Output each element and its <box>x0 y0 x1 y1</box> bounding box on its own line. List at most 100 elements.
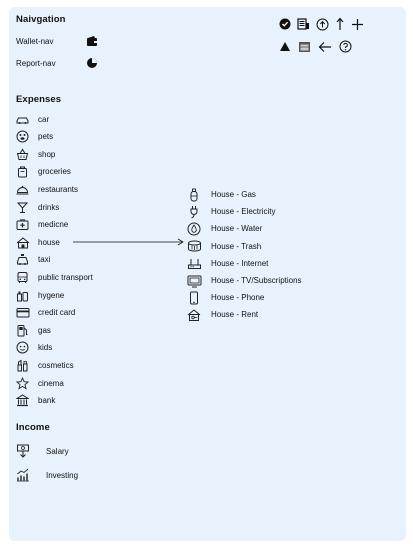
expense-item[interactable]: drinks <box>16 200 59 214</box>
expense-item-label: gas <box>38 325 51 335</box>
income-item[interactable]: Investing <box>16 467 78 483</box>
house-subcategory-item-label: House - TV/Subscriptions <box>211 276 302 285</box>
taxi-icon <box>16 253 29 266</box>
house-subcategory-item[interactable]: House - Water <box>187 221 262 236</box>
house-subcategory-item-label: House - Electricity <box>211 207 276 217</box>
expense-item[interactable]: car <box>16 112 49 126</box>
lipstick-icon <box>16 359 29 372</box>
house-subcategory-item-label: House - Internet <box>211 258 269 268</box>
upload-circle-icon[interactable] <box>316 18 329 31</box>
nav-item-report[interactable]: Report-nav <box>16 56 98 70</box>
expense-item-label: bank <box>38 396 56 406</box>
fuel-icon <box>16 324 29 337</box>
expense-item-label: medicne <box>38 220 69 230</box>
expense-item[interactable]: bank <box>16 394 55 408</box>
toolbar-row-2 <box>279 40 352 53</box>
expense-item[interactable]: medicne <box>16 218 68 232</box>
expense-item[interactable]: taxi <box>16 253 50 267</box>
cocktail-icon <box>16 201 29 214</box>
arrow-up-icon[interactable] <box>335 17 345 31</box>
income-item[interactable]: Salary <box>16 443 69 459</box>
expense-item-label: cosmetics <box>38 360 74 370</box>
water-drop-icon <box>187 222 201 236</box>
expense-item[interactable]: credit card <box>16 306 75 320</box>
expense-item-label: public transport <box>38 272 93 282</box>
cloche-icon <box>16 183 29 196</box>
calendar-icon[interactable] <box>298 40 311 53</box>
expense-item-label: drinks <box>38 202 60 212</box>
toolbar-row-1 <box>279 17 364 31</box>
house-subcategory-item[interactable]: House - Electricity <box>187 204 275 219</box>
house-connector-arrow <box>73 238 184 246</box>
growth-chart-icon <box>16 468 30 482</box>
nav-item-label: Report-nav <box>16 58 56 68</box>
expense-item[interactable]: public transport <box>16 270 93 284</box>
pie-chart-icon <box>86 57 98 69</box>
triangle-icon[interactable] <box>279 41 291 52</box>
plus-icon[interactable] <box>351 18 364 31</box>
medical-kit-icon <box>16 218 29 231</box>
receipt-icon[interactable] <box>297 17 310 31</box>
grocery-bag-icon <box>16 165 29 178</box>
expense-item-label: kids <box>38 343 53 353</box>
star-icon <box>16 376 29 390</box>
house-subcategory-item-label: House - Phone <box>211 293 265 303</box>
basket-icon <box>16 148 29 161</box>
expense-item-label: pets <box>38 132 54 142</box>
house-subcategory-item-label: House - Gas <box>211 190 256 199</box>
expense-item[interactable]: hygene <box>16 288 64 302</box>
house-subcategory-item[interactable]: House - Gas <box>187 187 256 202</box>
expense-item[interactable]: kids <box>16 341 52 355</box>
expense-item[interactable]: gas <box>16 323 51 337</box>
wallet-icon <box>86 35 98 47</box>
income-item-label: Salary <box>46 446 69 456</box>
expenses-heading: Expenses <box>16 94 62 105</box>
expense-item[interactable]: pets <box>16 130 53 144</box>
nav-item-wallet[interactable]: Wallet-nav <box>16 34 98 48</box>
phone-icon <box>187 291 201 305</box>
check-circle-icon[interactable] <box>279 18 291 30</box>
expense-item-label: credit card <box>38 308 76 318</box>
expense-item[interactable]: restaurants <box>16 182 78 196</box>
nav-item-label: Wallet-nav <box>16 36 54 46</box>
house-subcategory-item-label: House - Water <box>211 224 263 234</box>
toiletries-icon <box>16 289 29 302</box>
plug-icon <box>187 205 201 219</box>
house-key-icon <box>187 308 201 322</box>
expense-item-label: shop <box>38 149 56 159</box>
house-subcategory-item[interactable]: House - TV/Subscriptions <box>187 273 302 288</box>
bank-icon <box>16 394 29 407</box>
tv-icon <box>187 274 202 288</box>
house-subcategory-item[interactable]: House - Internet <box>187 256 268 271</box>
house-subcategory-item[interactable]: House - Trash <box>187 239 261 254</box>
expense-item-label: hygene <box>38 290 65 300</box>
expense-item-label: car <box>38 114 50 124</box>
money-hand-icon <box>16 444 30 458</box>
expense-item[interactable]: groceries <box>16 165 71 179</box>
arrow-left-icon[interactable] <box>318 41 332 53</box>
house-subcategory-item-label: House - Trash <box>211 241 262 251</box>
router-icon <box>187 256 201 270</box>
expense-item[interactable]: shop <box>16 147 55 161</box>
expense-item-label: cinema <box>38 378 64 388</box>
navigation-heading: Naivgation <box>16 14 66 25</box>
paw-icon <box>16 130 29 143</box>
expense-item-label: taxi <box>38 255 51 265</box>
expense-item-label: restaurants <box>38 184 79 194</box>
house-subcategory-item[interactable]: House - Phone <box>187 290 264 305</box>
bus-icon <box>16 271 29 284</box>
income-item-label: Investing <box>46 470 79 480</box>
child-icon <box>16 341 29 354</box>
expense-item-label: groceries <box>38 167 71 177</box>
trash-bin-icon <box>187 239 201 253</box>
house-icon <box>16 236 30 249</box>
expense-item[interactable]: house <box>16 235 60 249</box>
house-subcategory-item[interactable]: House - Rent <box>187 307 258 322</box>
expense-item-label: house <box>38 237 60 247</box>
house-subcategory-item-label: House - Rent <box>211 310 259 320</box>
expense-item[interactable]: cinema <box>16 376 64 390</box>
expense-item[interactable]: cosmetics <box>16 358 74 372</box>
credit-card-icon <box>16 306 30 319</box>
gas-cylinder-icon <box>187 188 201 202</box>
help-circle-icon[interactable] <box>339 40 352 53</box>
